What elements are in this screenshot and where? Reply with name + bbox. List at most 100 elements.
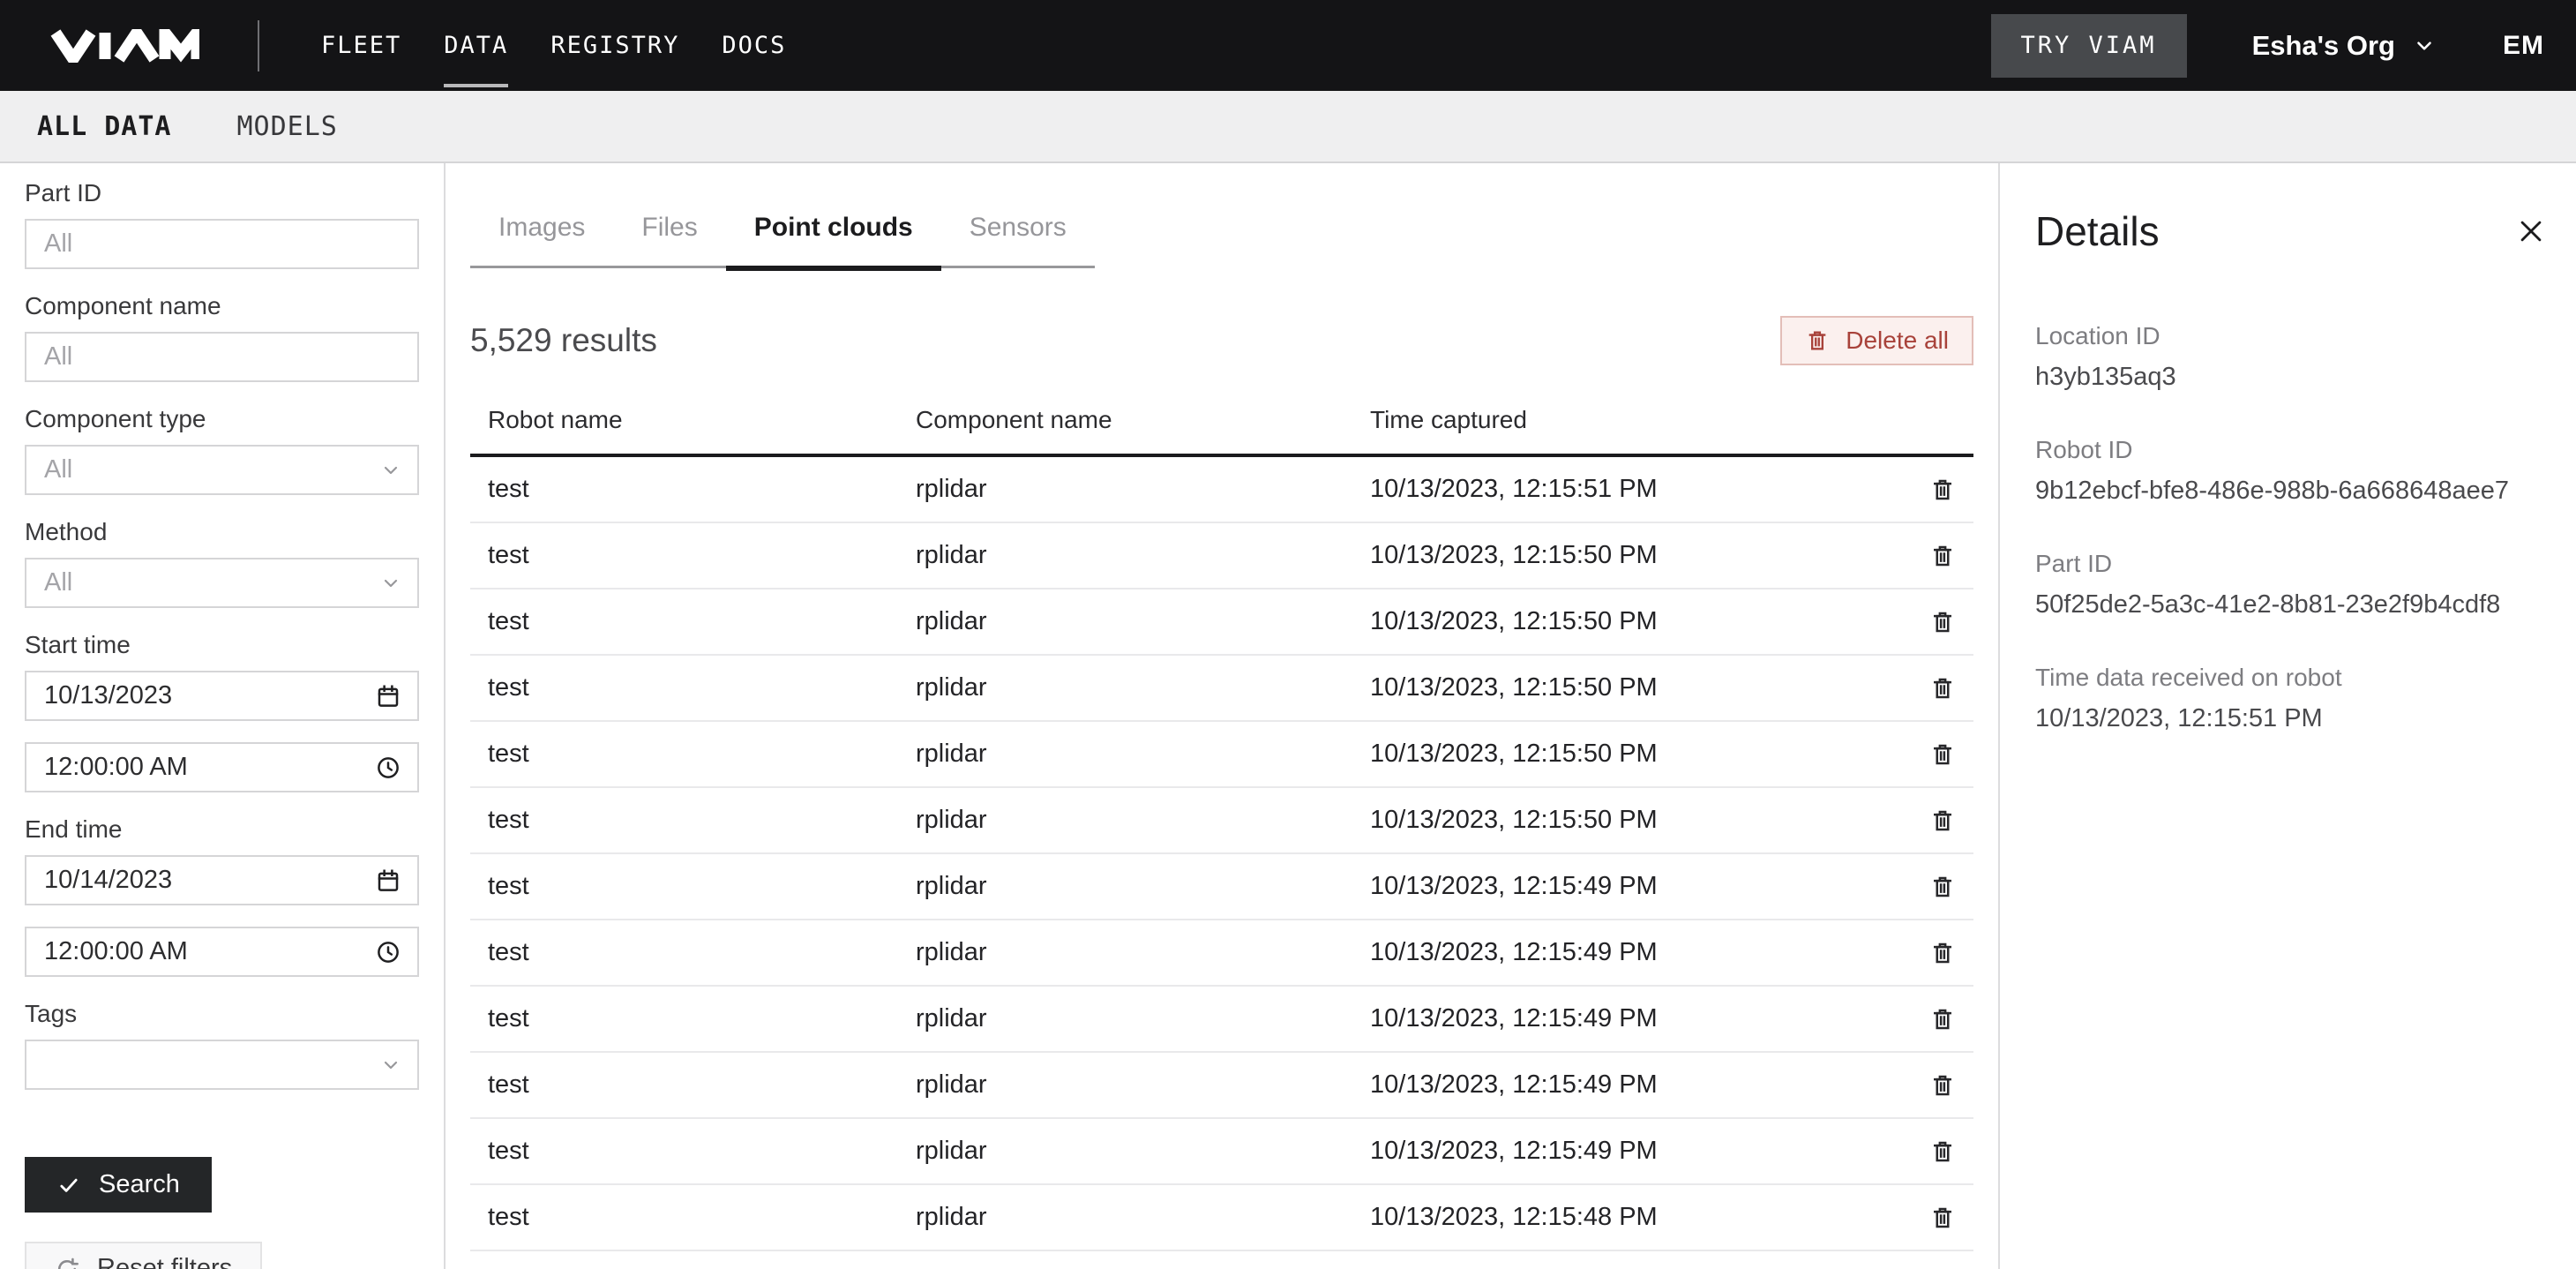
reset-filters-label: Reset filters [97, 1254, 232, 1269]
cell-robot-name: test [470, 1137, 916, 1166]
close-icon [2516, 216, 2546, 246]
cell-component-name: rplidar [916, 1070, 1370, 1100]
check-icon [56, 1173, 81, 1198]
cell-robot-name: test [470, 673, 916, 702]
primary-nav-item[interactable]: DATA [444, 26, 508, 64]
viam-logo[interactable] [49, 29, 199, 63]
delete-row-button[interactable] [1929, 1072, 1956, 1099]
delete-row-button[interactable] [1929, 1138, 1956, 1165]
table-row[interactable]: test rplidar 10/13/2023, 12:15:50 PM [470, 656, 1973, 722]
results-table: Robot name Component name Time captured … [470, 406, 1973, 1269]
table-row[interactable]: test rplidar 10/13/2023, 12:15:49 PM [470, 987, 1973, 1053]
tags-label: Tags [25, 1000, 419, 1028]
start-date-input[interactable]: 10/13/2023 [25, 671, 419, 721]
table-row[interactable]: test rplidar 10/13/2023, 12:15:50 PM [470, 722, 1973, 788]
chevron-down-icon [380, 460, 401, 481]
detail-field: Part ID 50f25de2-5a3c-41e2-8b81-23e2f9b4… [2035, 550, 2546, 619]
viam-logo-icon [49, 29, 199, 63]
detail-field-value: 9b12ebcf-bfe8-486e-988b-6a668648aee7 [2035, 476, 2546, 506]
user-avatar[interactable]: EM [2503, 31, 2544, 61]
table-row[interactable]: test rplidar 10/13/2023, 12:15:49 PM [470, 1119, 1973, 1185]
part-id-input[interactable]: All [25, 219, 419, 269]
component-name-label: Component name [25, 292, 419, 320]
delete-row-button[interactable] [1929, 940, 1956, 966]
table-row[interactable]: test rplidar 10/13/2023, 12:15:50 PM [470, 788, 1973, 854]
delete-row-button[interactable] [1929, 477, 1956, 503]
data-type-tab[interactable]: Files [613, 204, 725, 268]
data-type-tab[interactable]: Images [470, 204, 613, 268]
detail-field-value: 50f25de2-5a3c-41e2-8b81-23e2f9b4cdf8 [2035, 589, 2546, 619]
part-id-placeholder: All [44, 229, 72, 259]
chevron-down-icon [380, 1055, 401, 1076]
table-row[interactable]: test rplidar 10/13/2023, 12:15:50 PM [470, 523, 1973, 589]
reset-filters-button[interactable]: Reset filters [25, 1242, 262, 1269]
table-header: Robot name Component name Time captured [470, 406, 1973, 457]
trash-icon [1929, 477, 1956, 503]
data-type-tab[interactable]: Sensors [941, 204, 1095, 268]
data-type-tab[interactable]: Point clouds [726, 204, 941, 268]
method-label: Method [25, 518, 419, 546]
topnav-right: TRY VIAM Esha's Org EM [1991, 14, 2576, 78]
end-date-value: 10/14/2023 [44, 866, 172, 895]
calendar-icon [375, 867, 401, 894]
cell-robot-name: test [470, 607, 916, 636]
delete-row-button[interactable] [1929, 741, 1956, 768]
detail-field: Robot ID 9b12ebcf-bfe8-486e-988b-6a66864… [2035, 436, 2546, 506]
close-details-button[interactable] [2516, 216, 2546, 246]
cell-robot-name: test [470, 1070, 916, 1100]
trash-icon [1929, 874, 1956, 900]
cell-robot-name: test [470, 806, 916, 835]
clock-icon [375, 755, 401, 781]
detail-field: Time data received on robot 10/13/2023, … [2035, 664, 2546, 733]
table-row[interactable]: test rplidar 10/13/2023, 12:15:51 PM [470, 457, 1973, 523]
delete-row-button[interactable] [1929, 1006, 1956, 1032]
cell-component-name: rplidar [916, 872, 1370, 901]
table-row[interactable]: test rplidar 10/13/2023, 12:15:48 PM [470, 1185, 1973, 1251]
start-time-label: Start time [25, 631, 419, 659]
detail-field-value: 10/13/2023, 12:15:51 PM [2035, 703, 2546, 733]
start-time-input[interactable]: 12:00:00 AM [25, 742, 419, 792]
trash-icon [1929, 807, 1956, 834]
subnav-tab[interactable]: MODELS [237, 111, 338, 142]
trash-icon [1929, 1205, 1956, 1231]
trash-icon [1929, 675, 1956, 702]
end-time-input[interactable]: 12:00:00 AM [25, 927, 419, 977]
search-button-label: Search [99, 1170, 180, 1199]
component-name-input[interactable]: All [25, 332, 419, 382]
search-button[interactable]: Search [25, 1157, 212, 1213]
table-row[interactable]: test rplidar 10/13/2023, 12:15:48 PM [470, 1251, 1973, 1269]
delete-row-button[interactable] [1929, 1205, 1956, 1231]
details-header: Details [2035, 207, 2546, 255]
org-switcher[interactable]: Esha's Org [2252, 30, 2436, 62]
cell-component-name: rplidar [916, 673, 1370, 702]
delete-all-button[interactable]: Delete all [1780, 316, 1973, 365]
cell-time-captured: 10/13/2023, 12:15:50 PM [1370, 541, 1912, 570]
primary-nav-item[interactable]: FLEET [321, 26, 401, 64]
cell-component-name: rplidar [916, 1203, 1370, 1232]
cell-time-captured: 10/13/2023, 12:15:49 PM [1370, 1004, 1912, 1033]
delete-row-button[interactable] [1929, 874, 1956, 900]
data-content: Images Files Point clouds Sensors 5,529 … [446, 163, 1998, 1269]
subnav-tab[interactable]: ALL DATA [37, 111, 172, 142]
delete-row-button[interactable] [1929, 807, 1956, 834]
delete-row-button[interactable] [1929, 609, 1956, 635]
try-viam-button[interactable]: TRY VIAM [1991, 14, 2187, 78]
delete-row-button[interactable] [1929, 675, 1956, 702]
component-type-select[interactable]: All [25, 445, 419, 495]
trash-icon [1929, 741, 1956, 768]
table-row[interactable]: test rplidar 10/13/2023, 12:15:50 PM [470, 589, 1973, 656]
tags-select[interactable] [25, 1040, 419, 1090]
primary-nav-item[interactable]: REGISTRY [550, 26, 679, 64]
method-select[interactable]: All [25, 558, 419, 608]
table-row[interactable]: test rplidar 10/13/2023, 12:15:49 PM [470, 920, 1973, 987]
table-row[interactable]: test rplidar 10/13/2023, 12:15:49 PM [470, 1053, 1973, 1119]
details-panel: Details Location ID h3yb135aq3 Robot ID … [1998, 163, 2576, 1269]
delete-row-button[interactable] [1929, 543, 1956, 569]
primary-nav-item[interactable]: DOCS [722, 26, 786, 64]
end-date-input[interactable]: 10/14/2023 [25, 855, 419, 905]
filters-sidebar: Part ID All Component name All Component… [0, 163, 446, 1269]
calendar-icon [375, 683, 401, 710]
end-time-label: End time [25, 815, 419, 844]
delete-all-label: Delete all [1846, 327, 1949, 355]
table-row[interactable]: test rplidar 10/13/2023, 12:15:49 PM [470, 854, 1973, 920]
